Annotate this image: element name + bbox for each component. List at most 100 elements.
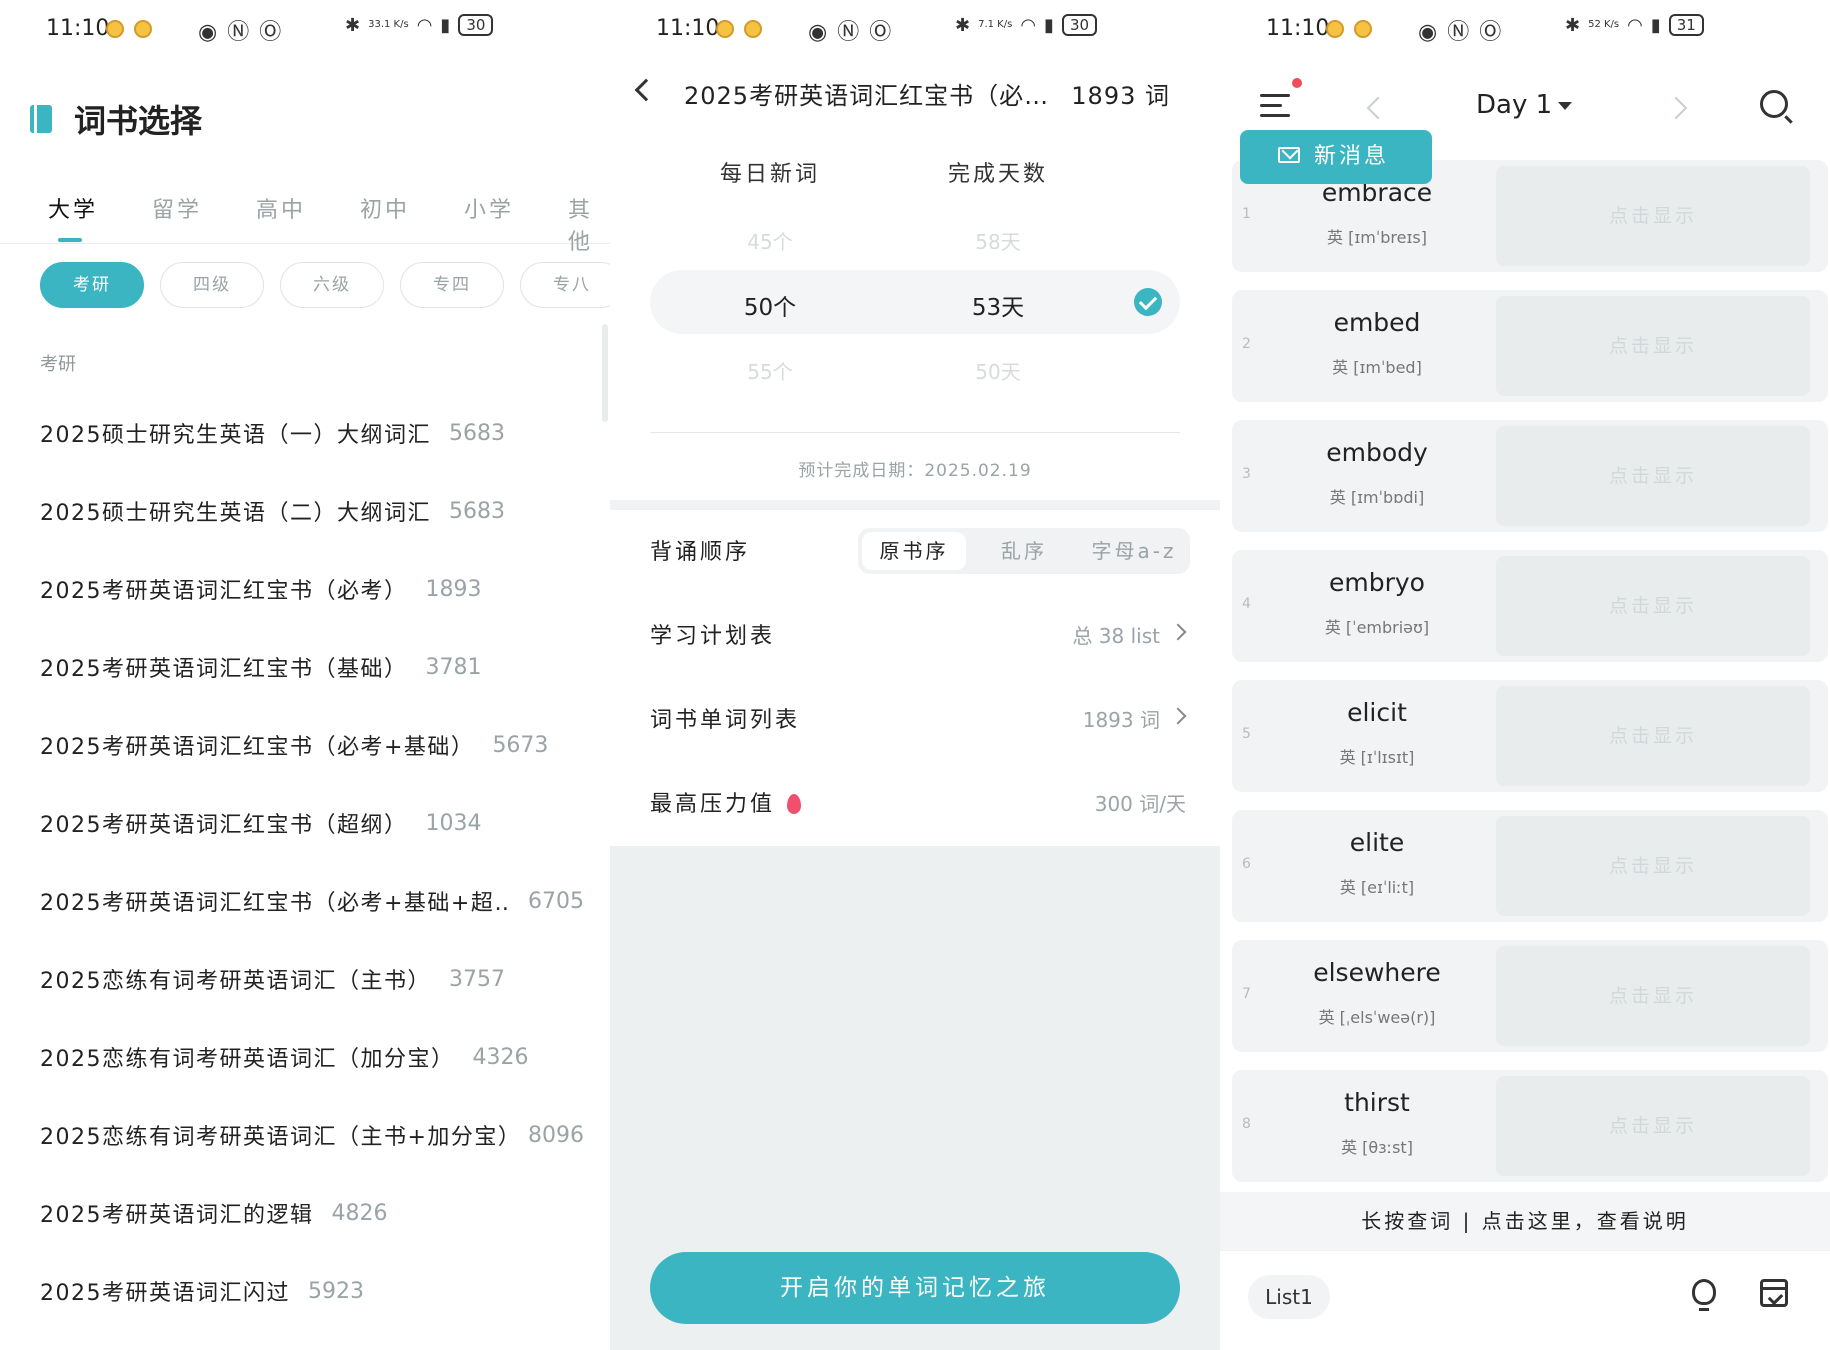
new-message-button[interactable]: 新消息: [1240, 130, 1432, 184]
day-selector[interactable]: Day 1: [1476, 90, 1552, 120]
calendar-icon[interactable]: [1760, 1279, 1788, 1307]
chip-kaoyan[interactable]: 考研: [40, 262, 144, 308]
word-card[interactable]: 8 thirst 英 [θɜːst] 点击显示: [1232, 1070, 1828, 1182]
word-phonetic: 英 [ɪmˈbreɪs]: [1326, 228, 1427, 247]
order-option-alphabetical[interactable]: 字母a-z: [1082, 532, 1186, 570]
tab-primary-school[interactable]: 小学: [464, 192, 514, 224]
picker-prev-daily[interactable]: 45个: [670, 226, 870, 255]
picker-prev-days[interactable]: 58天: [898, 226, 1098, 255]
tab-middle-school[interactable]: 初中: [360, 192, 410, 224]
word-card[interactable]: 6 elite 英 [eɪˈliːt] 点击显示: [1232, 810, 1828, 922]
word-list-value: 1893 词: [1082, 708, 1160, 732]
list-chip[interactable]: List1: [1248, 1275, 1330, 1319]
bluetooth-icon: ✱: [1565, 14, 1581, 36]
divider: [650, 432, 1180, 433]
picker-selected-daily: 50个: [743, 295, 797, 321]
word-index: 2: [1242, 336, 1251, 352]
search-icon[interactable]: [1760, 90, 1788, 118]
book-icon: [30, 105, 52, 133]
bottom-bar: List1: [1220, 1250, 1830, 1350]
picker-selected-row[interactable]: 50个 53天: [650, 270, 1180, 334]
study-plan-row[interactable]: 学习计划表 总 38 list: [650, 604, 1190, 664]
usage-hint[interactable]: 长按查词 | 点击这里，查看说明: [1220, 1192, 1830, 1250]
estimated-finish-date: 预计完成日期：2025.02.19: [798, 461, 1032, 481]
book-count: 3757: [449, 966, 505, 992]
previous-day-icon[interactable]: [1366, 96, 1390, 120]
reveal-meaning-button[interactable]: 点击显示: [1496, 296, 1810, 396]
flame-icon: [787, 794, 802, 814]
book-count: 8096: [528, 1122, 584, 1148]
start-journey-button[interactable]: 开启你的单词记忆之旅: [650, 1252, 1180, 1324]
book-word-count: 1893 词: [1071, 82, 1170, 110]
bluetooth-icon: ✱: [345, 14, 361, 36]
chip-tem8[interactable]: 专八: [520, 262, 610, 308]
book-row[interactable]: 2025考研英语词汇的逻辑 4826: [40, 1174, 605, 1252]
signal-icon: ▮: [440, 14, 451, 36]
battery-indicator: 30: [1061, 14, 1098, 36]
reveal-meaning-button[interactable]: 点击显示: [1496, 166, 1810, 266]
book-count: 5923: [308, 1278, 364, 1304]
chip-cet4[interactable]: 四级: [160, 262, 264, 308]
word-list-row[interactable]: 词书单词列表 1893 词: [650, 688, 1190, 748]
book-selection-screen: 11:10 ◉ⓃⓄ ✱ 33.1 K/s ◠ ▮ 30 词书选择 大学 留学 高…: [0, 0, 610, 1350]
reveal-meaning-button[interactable]: 点击显示: [1496, 686, 1810, 786]
reveal-meaning-button[interactable]: 点击显示: [1496, 1076, 1810, 1176]
tab-high-school[interactable]: 高中: [256, 192, 306, 224]
study-plan-label: 学习计划表: [650, 624, 776, 649]
back-icon[interactable]: [634, 78, 658, 102]
word-card[interactable]: 5 elicit 英 [ɪˈlɪsɪt] 点击显示: [1232, 680, 1828, 792]
status-bar: 11:10 ◉ⓃⓄ ✱ 52 K/s ◠ ▮ 31: [1220, 0, 1830, 60]
bulb-icon[interactable]: [1692, 1279, 1716, 1311]
menu-icon[interactable]: [1260, 94, 1290, 118]
word-card[interactable]: 2 embed 英 [ɪmˈbed] 点击显示: [1232, 290, 1828, 402]
max-pressure-row[interactable]: 最高压力值 300 词/天: [650, 772, 1190, 832]
picker-next-daily[interactable]: 55个: [670, 356, 870, 385]
study-plan-value: 总 38 list: [1072, 624, 1160, 648]
book-row[interactable]: 2025考研英语词汇闪过 5923: [40, 1252, 605, 1330]
chip-cet6[interactable]: 六级: [280, 262, 384, 308]
chip-tem4[interactable]: 专四: [400, 262, 504, 308]
reveal-meaning-button[interactable]: 点击显示: [1496, 426, 1810, 526]
signal-icon: ▮: [1044, 14, 1054, 36]
chevron-down-icon[interactable]: [1558, 102, 1572, 110]
reveal-meaning-button[interactable]: 点击显示: [1496, 816, 1810, 916]
order-setting: 背诵顺序 原书序 乱序 字母a-z: [650, 520, 1190, 580]
book-row[interactable]: 2025硕士研究生英语（二）大纲词汇 5683: [40, 472, 605, 550]
book-count: 4826: [331, 1200, 388, 1226]
book-row[interactable]: 2025硕士研究生英语（一）大纲词汇 5683: [40, 394, 605, 472]
book-row[interactable]: 2025恋练有词考研英语词汇（加分宝） 4326: [40, 1018, 605, 1096]
network-speed: 33.1 K/s: [368, 19, 409, 30]
tab-university[interactable]: 大学: [48, 192, 98, 224]
book-row[interactable]: 2025恋练有词考研英语词汇（主书+加分宝） 8096: [40, 1096, 605, 1174]
picker-selected-days: 53天: [971, 295, 1025, 321]
book-row[interactable]: 2025考研英语词汇红宝书（必考+基础+超… 6705: [40, 862, 605, 940]
page-title-text: 词书选择: [74, 102, 203, 140]
notification-icons: [106, 20, 162, 42]
word-text: thirst: [1344, 1088, 1410, 1117]
book-row[interactable]: 2025恋练有词考研英语词汇（主书） 3757: [40, 940, 605, 1018]
book-row[interactable]: 2025考研英语词汇红宝书（超纲） 1034: [40, 784, 605, 862]
next-day-icon[interactable]: [1664, 96, 1688, 120]
book-row[interactable]: 2025考研英语词汇红宝书（基础） 3781: [40, 628, 605, 706]
tab-other[interactable]: 其他: [568, 192, 610, 256]
tab-study-abroad[interactable]: 留学: [152, 192, 202, 224]
order-option-shuffle[interactable]: 乱序: [972, 532, 1076, 570]
word-card[interactable]: 4 embryo 英 [ˈembriəʊ] 点击显示: [1232, 550, 1828, 662]
picker-next-days[interactable]: 50天: [898, 356, 1098, 385]
order-option-original[interactable]: 原书序: [862, 532, 966, 570]
status-bar: 11:10 ◉ⓃⓄ ✱ 33.1 K/s ◠ ▮ 30: [0, 0, 610, 60]
book-name: 2025考研英语词汇的逻辑: [40, 1203, 314, 1228]
reveal-meaning-button[interactable]: 点击显示: [1496, 946, 1810, 1046]
word-card[interactable]: 7 elsewhere 英 [ˌelsˈweə(r)] 点击显示: [1232, 940, 1828, 1052]
word-card[interactable]: 3 embody 英 [ɪmˈbɒdi] 点击显示: [1232, 420, 1828, 532]
book-row[interactable]: 2025考研英语词汇红宝书（必考+基础） 5673: [40, 706, 605, 784]
signal-icon: ▮: [1650, 14, 1661, 36]
word-list-label: 词书单词列表: [650, 708, 801, 733]
book-count: 5683: [449, 420, 505, 446]
section-label: 考研: [40, 354, 76, 375]
word-text: elite: [1349, 828, 1405, 857]
reveal-meaning-button[interactable]: 点击显示: [1496, 556, 1810, 656]
notification-icons: [1326, 20, 1382, 42]
book-name: 2025硕士研究生英语（二）大纲词汇: [40, 501, 431, 526]
book-row[interactable]: 2025考研英语词汇红宝书（必考） 1893: [40, 550, 605, 628]
